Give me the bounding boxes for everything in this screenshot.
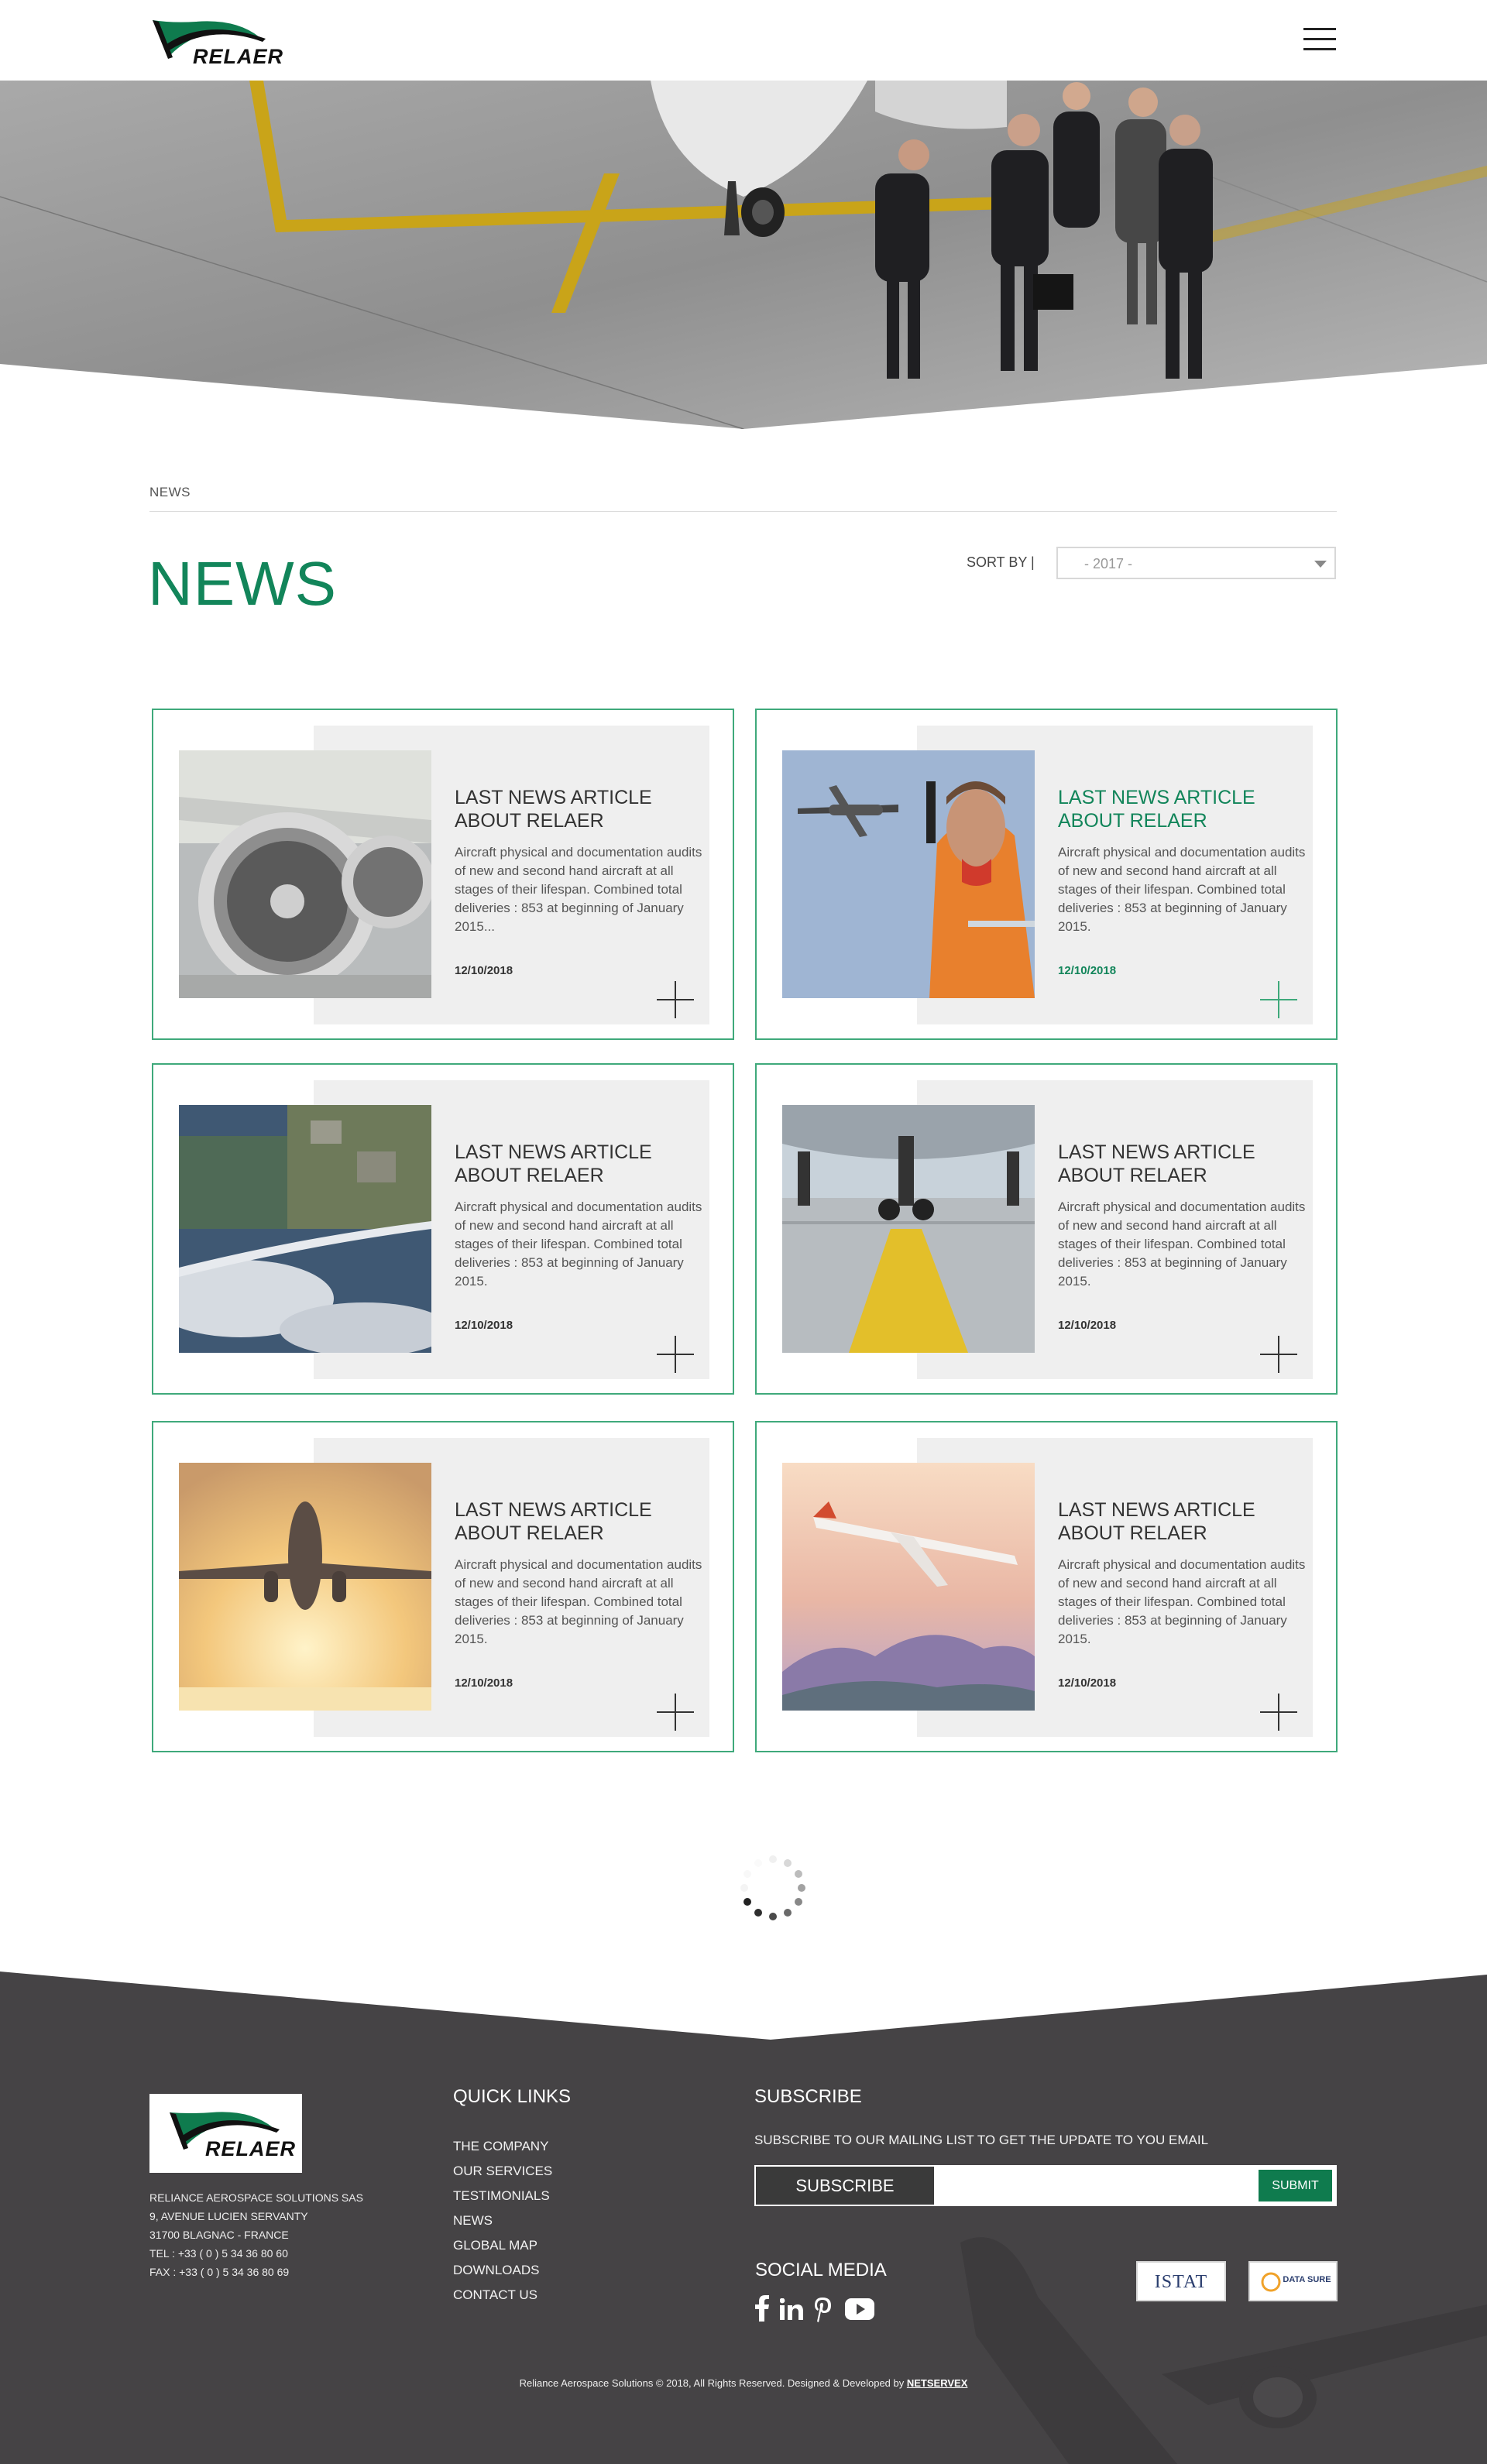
- plus-icon[interactable]: [1260, 1336, 1297, 1373]
- address-city: 31700 BLAGNAC - FRANCE: [149, 2229, 289, 2241]
- sort-label: SORT BY |: [967, 554, 1035, 570]
- card-image: [782, 1463, 1035, 1711]
- aerial-wing-view-photo: [179, 1105, 431, 1353]
- news-card[interactable]: LAST NEWS ARTICLE ABOUT RELAER Aircraft …: [152, 1421, 734, 1752]
- breadcrumb[interactable]: NEWS: [149, 485, 191, 500]
- address-company-name: RELIANCE AEROSPACE SOLUTIONS SAS: [149, 2191, 363, 2204]
- datasure-partner-badge[interactable]: DATA SURE: [1248, 2261, 1338, 2301]
- card-title[interactable]: LAST NEWS ARTICLE ABOUT RELAER: [1058, 1141, 1306, 1187]
- pinterest-icon[interactable]: [814, 2298, 831, 2322]
- address-phone: TEL : +33 ( 0 ) 5 34 36 80 60: [149, 2247, 288, 2260]
- card-date: 12/10/2018: [1058, 1676, 1117, 1690]
- hamburger-menu-icon[interactable]: [1303, 28, 1336, 54]
- relaer-logo[interactable]: RELAER: [149, 14, 283, 71]
- submit-button[interactable]: SUBMIT: [1259, 2170, 1332, 2201]
- sort-selected-value: - 2017 -: [1084, 556, 1133, 571]
- card-date: 12/10/2018: [455, 964, 513, 977]
- chevron-down-icon: [1314, 561, 1327, 568]
- footer-logo[interactable]: RELAER: [149, 2094, 302, 2173]
- card-excerpt: Aircraft physical and documentation audi…: [1058, 1557, 1306, 1646]
- copyright-text: Reliance Aerospace Solutions © 2018, All…: [519, 2377, 905, 2389]
- hero-banner: [0, 81, 1487, 429]
- plus-icon[interactable]: [1260, 981, 1297, 1018]
- news-card[interactable]: LAST NEWS ARTICLE ABOUT RELAER Aircraft …: [755, 709, 1338, 1040]
- quick-link-news[interactable]: NEWS: [453, 2208, 552, 2233]
- datasure-logo-text: DATA SURE: [1283, 2275, 1331, 2284]
- site-footer: RELAER RELIANCE AEROSPACE SOLUTIONS SAS …: [0, 1972, 1487, 2464]
- quick-links-list: THE COMPANY OUR SERVICES TESTIMONIALS NE…: [453, 2134, 552, 2308]
- subscribe-form: SUBSCRIBE SUBMIT: [754, 2165, 1337, 2206]
- card-excerpt: Aircraft physical and documentation audi…: [455, 1557, 702, 1646]
- istat-partner-badge[interactable]: ISTAT: [1136, 2261, 1226, 2301]
- card-image: [782, 750, 1035, 998]
- plane-takeoff-sunset-photo: [179, 1463, 431, 1711]
- news-card[interactable]: LAST NEWS ARTICLE ABOUT RELAER Aircraft …: [152, 1063, 734, 1395]
- card-image: [782, 1105, 1035, 1353]
- istat-logo-text: ISTAT: [1154, 2272, 1208, 2292]
- copyright-bar: Reliance Aerospace Solutions © 2018, All…: [0, 2377, 1487, 2389]
- news-card[interactable]: LAST NEWS ARTICLE ABOUT RELAER Aircraft …: [755, 1421, 1338, 1752]
- card-excerpt: Aircraft physical and documentation audi…: [455, 1199, 702, 1289]
- plane-over-mountains-photo: [782, 1463, 1035, 1711]
- news-card[interactable]: LAST NEWS ARTICLE ABOUT RELAER Aircraft …: [755, 1063, 1338, 1395]
- card-image: [179, 750, 431, 998]
- email-field[interactable]: [936, 2167, 1253, 2205]
- quick-link-contact[interactable]: CONTACT US: [453, 2283, 552, 2308]
- card-excerpt: Aircraft physical and documentation audi…: [1058, 1199, 1306, 1289]
- plus-icon[interactable]: [657, 1694, 694, 1731]
- footer-logo-text: RELAER: [205, 2137, 297, 2160]
- address-fax: FAX : +33 ( 0 ) 5 34 36 80 69: [149, 2266, 290, 2278]
- plus-icon[interactable]: [657, 1336, 694, 1373]
- quick-link-services[interactable]: OUR SERVICES: [453, 2159, 552, 2184]
- card-title[interactable]: LAST NEWS ARTICLE ABOUT RELAER: [1058, 786, 1306, 832]
- loading-spinner-icon: [740, 1855, 805, 1920]
- facebook-icon[interactable]: [755, 2295, 769, 2322]
- linkedin-icon[interactable]: [780, 2298, 803, 2320]
- year-sort-select[interactable]: - 2017 -: [1056, 547, 1336, 579]
- card-title[interactable]: LAST NEWS ARTICLE ABOUT RELAER: [1058, 1498, 1306, 1545]
- card-date: 12/10/2018: [455, 1676, 513, 1690]
- quick-link-downloads[interactable]: DOWNLOADS: [453, 2258, 552, 2283]
- card-date: 12/10/2018: [1058, 1319, 1117, 1332]
- news-card[interactable]: LAST NEWS ARTICLE ABOUT RELAER Aircraft …: [152, 709, 734, 1040]
- quick-link-global-map[interactable]: GLOBAL MAP: [453, 2233, 552, 2258]
- page-title: NEWS: [148, 549, 337, 618]
- quick-links-heading: QUICK LINKS: [453, 2086, 572, 2107]
- card-title[interactable]: LAST NEWS ARTICLE ABOUT RELAER: [455, 1498, 702, 1545]
- card-date: 12/10/2018: [1058, 964, 1117, 977]
- logo-text: RELAER: [193, 45, 284, 68]
- landing-gear-runway-photo: [782, 1105, 1035, 1353]
- card-title[interactable]: LAST NEWS ARTICLE ABOUT RELAER: [455, 1141, 702, 1187]
- plus-icon[interactable]: [657, 981, 694, 1018]
- site-header: RELAER: [0, 0, 1487, 81]
- card-excerpt: Aircraft physical and documentation audi…: [1058, 845, 1306, 934]
- subscribe-description: SUBSCRIBE TO OUR MAILING LIST TO GET THE…: [754, 2133, 1209, 2147]
- hero-airport-photo: [0, 81, 1487, 429]
- company-address: RELIANCE AEROSPACE SOLUTIONS SAS 9, AVEN…: [149, 2188, 363, 2281]
- quick-link-testimonials[interactable]: TESTIMONIALS: [453, 2184, 552, 2208]
- developer-link[interactable]: NETSERVEX: [907, 2377, 968, 2389]
- card-image: [179, 1105, 431, 1353]
- card-excerpt: Aircraft physical and documentation audi…: [455, 845, 702, 934]
- address-street: 9, AVENUE LUCIEN SERVANTY: [149, 2210, 308, 2222]
- social-media-heading: SOCIAL MEDIA: [755, 2260, 887, 2280]
- subscribe-heading: SUBSCRIBE: [754, 2086, 862, 2107]
- breadcrumb-divider: [149, 511, 1337, 512]
- card-date: 12/10/2018: [455, 1319, 513, 1332]
- plus-icon[interactable]: [1260, 1694, 1297, 1731]
- jet-engine-photo: [179, 750, 431, 998]
- ground-crew-radio-photo: [782, 750, 1035, 998]
- subscribe-label: SUBSCRIBE: [756, 2167, 934, 2205]
- quick-link-company[interactable]: THE COMPANY: [453, 2134, 552, 2159]
- card-title[interactable]: LAST NEWS ARTICLE ABOUT RELAER: [455, 786, 702, 832]
- youtube-icon[interactable]: [845, 2298, 874, 2320]
- card-image: [179, 1463, 431, 1711]
